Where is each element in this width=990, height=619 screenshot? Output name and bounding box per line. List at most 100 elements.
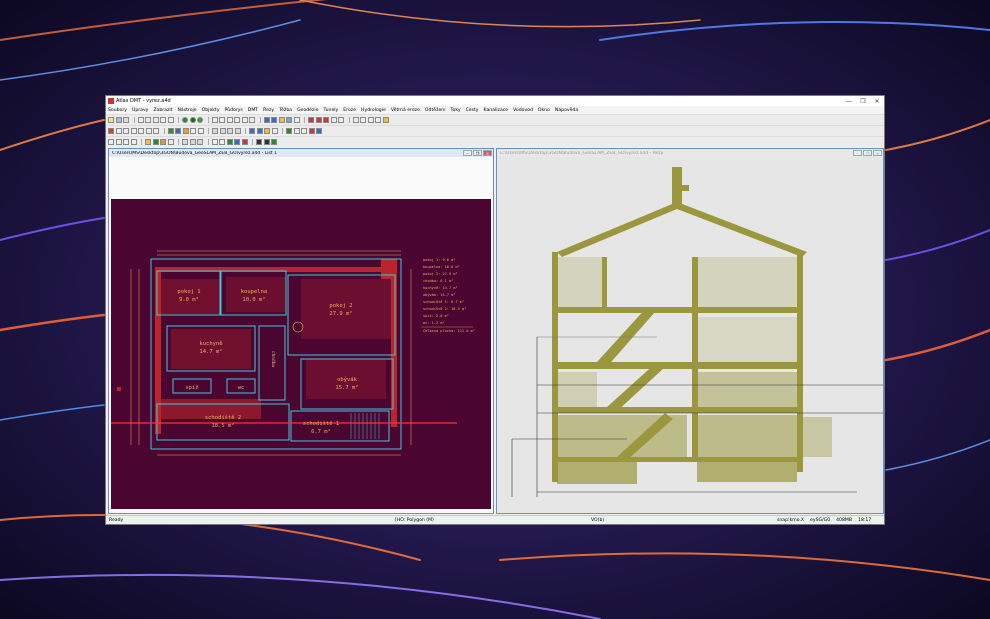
polyline-icon[interactable] (315, 117, 322, 123)
menu-objekty[interactable]: Objekty (202, 108, 220, 113)
section-view[interactable] (497, 157, 883, 513)
circle-icon[interactable] (123, 128, 129, 134)
zoom-out-icon[interactable] (226, 117, 233, 123)
snap-icon[interactable] (301, 128, 307, 134)
maximize-button[interactable]: ❐ (856, 98, 870, 105)
text-icon[interactable] (330, 117, 337, 123)
plan-minimize-button[interactable]: – (463, 150, 472, 156)
copy-icon[interactable] (145, 117, 151, 123)
floor-plan[interactable]: pokoj 1 9.0 m² koupelna 10.0 m² pokoj 2 … (111, 199, 491, 509)
axis-icon[interactable] (211, 139, 218, 145)
menu-hydrologie[interactable]: Hydrologie (361, 108, 386, 113)
check-icon[interactable] (286, 128, 292, 134)
highlight-icon[interactable] (264, 128, 270, 134)
menu-odtezeni[interactable]: Odtěžení (425, 108, 446, 113)
print-icon[interactable] (123, 117, 129, 123)
layer-icon[interactable] (263, 117, 270, 123)
menu-dmt[interactable]: DMT (248, 108, 258, 113)
section-restore-button[interactable]: ❐ (863, 150, 872, 156)
tool-b-icon[interactable] (360, 117, 366, 123)
menu-geodezie[interactable]: Geodézie (297, 108, 318, 113)
calc-icon[interactable] (123, 139, 129, 145)
export-icon[interactable] (167, 139, 174, 145)
select-icon[interactable] (211, 117, 218, 123)
menu-vodovod[interactable]: Vodovod (513, 108, 533, 113)
green-flag-icon[interactable] (226, 139, 233, 145)
menu-zobrazit[interactable]: Zobrazit (153, 108, 172, 113)
close-button[interactable]: ✕ (870, 98, 884, 105)
rect-icon[interactable] (130, 128, 137, 134)
properties-icon[interactable] (271, 128, 278, 134)
layer-stack-icon[interactable] (160, 139, 166, 145)
menu-cesty[interactable]: Cesty (466, 108, 479, 113)
red-flag-icon[interactable] (241, 139, 248, 145)
undo-icon[interactable] (160, 117, 166, 123)
line-icon[interactable] (308, 117, 314, 123)
water-icon[interactable] (175, 128, 181, 134)
view-icon[interactable] (249, 128, 255, 134)
zoom-window-icon[interactable] (234, 117, 240, 123)
section-icon[interactable] (190, 128, 196, 134)
menu-nastroje[interactable]: Nástroje (177, 108, 196, 113)
image-icon[interactable] (145, 139, 151, 145)
contour-icon[interactable] (197, 128, 204, 134)
open-icon[interactable] (108, 117, 114, 123)
terrain-icon[interactable] (167, 128, 174, 134)
tool-e-icon[interactable] (382, 117, 389, 123)
menu-kanalizace[interactable]: Kanalizace (484, 108, 509, 113)
pan-icon[interactable] (249, 117, 255, 123)
measure-icon[interactable] (293, 117, 300, 123)
zoom-all-icon[interactable] (241, 117, 248, 123)
menu-eroze[interactable]: Eroze (343, 108, 356, 113)
color-icon[interactable] (308, 128, 315, 134)
grid-icon[interactable] (271, 117, 277, 123)
green-point-icon[interactable] (182, 117, 188, 123)
dimension-icon[interactable] (338, 117, 344, 123)
menu-upravy[interactable]: Úpravy (132, 108, 148, 113)
grid-toggle-icon[interactable] (293, 128, 300, 134)
cut-icon[interactable] (137, 117, 144, 123)
confirm-icon[interactable] (271, 139, 277, 145)
dark-tool-2-icon[interactable] (263, 139, 270, 145)
menu-vetrna-eroze[interactable]: Větrná eroze (391, 108, 420, 113)
fill-icon[interactable] (316, 128, 322, 134)
section-close-button[interactable]: ✕ (873, 150, 882, 156)
menu-pudorys[interactable]: Půdorys (224, 108, 242, 113)
polygon-icon[interactable] (323, 117, 329, 123)
menu-tezba[interactable]: Těžba (279, 108, 292, 113)
minimize-button[interactable]: — (842, 98, 856, 105)
plan-restore-button[interactable]: ❐ (473, 150, 482, 156)
table-icon[interactable] (286, 117, 292, 123)
menu-toky[interactable]: Toky (451, 108, 461, 113)
section-minimize-button[interactable]: – (853, 150, 862, 156)
folder-icon[interactable] (278, 117, 285, 123)
tool-d-icon[interactable] (375, 117, 381, 123)
save-icon[interactable] (115, 117, 122, 123)
plan-close-button[interactable]: ✕ (483, 150, 492, 156)
map-icon[interactable] (152, 139, 159, 145)
menu-tunely[interactable]: Tunely (324, 108, 339, 113)
dark-point-icon[interactable] (189, 117, 196, 123)
rotate-icon[interactable] (145, 128, 152, 134)
redo-icon[interactable] (167, 117, 174, 123)
section-canvas[interactable] (497, 157, 883, 513)
tool-a-icon[interactable] (352, 117, 359, 123)
plan-canvas[interactable]: pokoj 1 9.0 m² koupelna 10.0 m² pokoj 2 … (109, 157, 493, 513)
list-icon[interactable] (115, 139, 122, 145)
table-view-icon[interactable] (108, 139, 114, 145)
point-icon[interactable] (197, 117, 203, 123)
zoom-in-icon[interactable] (219, 117, 225, 123)
ruler-icon[interactable] (219, 139, 225, 145)
blue-flag-icon[interactable] (234, 139, 240, 145)
menu-okno[interactable]: Okno (538, 108, 550, 113)
draw-icon[interactable] (108, 128, 114, 134)
menu-napoveda[interactable]: Nápověda (555, 108, 578, 113)
paste-icon[interactable] (152, 117, 159, 123)
mirror-icon[interactable] (153, 128, 159, 134)
menu-rezy[interactable]: Řezy (263, 108, 274, 113)
tool-c-icon[interactable] (367, 117, 374, 123)
report-icon[interactable] (130, 139, 137, 145)
profile-icon[interactable] (182, 128, 189, 134)
dark-tool-icon[interactable] (256, 139, 262, 145)
move-icon[interactable] (138, 128, 144, 134)
